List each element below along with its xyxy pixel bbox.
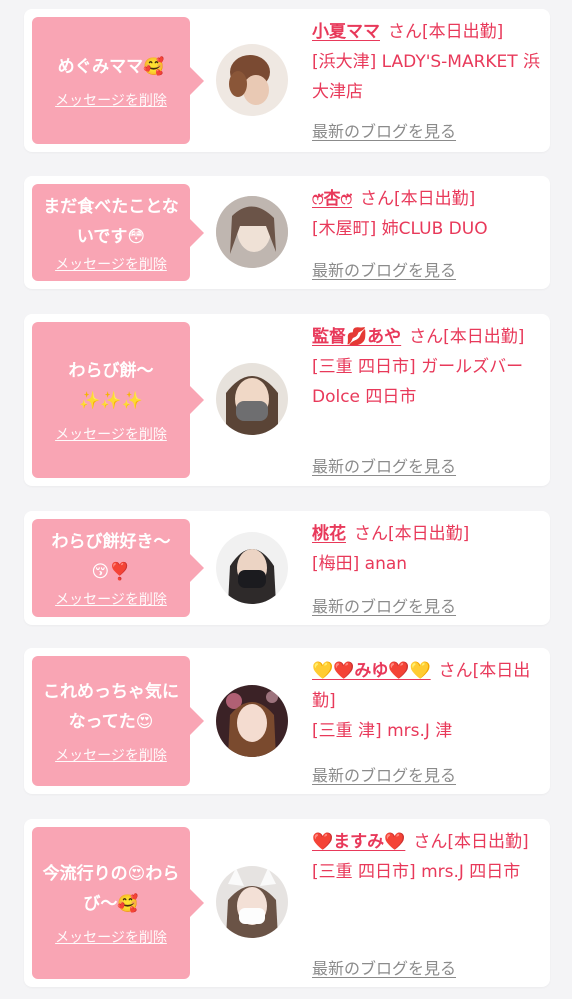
message-bubble: めぐみママ🥰 メッセージを削除 xyxy=(32,17,204,144)
message-text: わらび餅好き〜😚❣️ xyxy=(51,532,171,582)
message-card: めぐみママ🥰 メッセージを削除 小夏ママ さん[本日出勤] [浜大津] LADY'… xyxy=(24,9,550,152)
delete-message-link[interactable]: メッセージを削除 xyxy=(55,927,167,947)
message-card: わらび餅好き〜😚❣️ メッセージを削除 桃花 さん[本日出勤] [梅田] anan… xyxy=(24,511,550,625)
profile-info: 小夏ママ さん[本日出勤] [浜大津] LADY'S-MARKET 浜大津店 xyxy=(312,17,542,107)
avatar[interactable] xyxy=(216,532,288,604)
avatar[interactable] xyxy=(216,685,288,757)
message-text: 今流行りの😍わらび〜🥰 xyxy=(42,864,180,914)
profile-name-link[interactable]: 監督💋あや xyxy=(312,327,401,347)
latest-blog-link[interactable]: 最新のブログを見る xyxy=(312,955,456,979)
delete-message-link[interactable]: メッセージを削除 xyxy=(55,90,167,110)
latest-blog-link[interactable]: 最新のブログを見る xyxy=(312,257,456,281)
profile-info: ❤️ますみ❤️ さん[本日出勤] [三重 四日市] mrs.J 四日市 xyxy=(312,827,542,887)
avatar[interactable] xyxy=(216,44,288,116)
shop-text: [三重 四日市] mrs.J 四日市 xyxy=(312,862,521,882)
shop-text: [梅田] anan xyxy=(312,554,408,574)
message-card: まだ食べたことないです😳 メッセージを削除 ෆ̈杏ෆ̈ さん[本日出勤] [木屋町… xyxy=(24,176,550,289)
message-text: まだ食べたことないです😳 xyxy=(43,196,179,247)
message-text: これめっちゃ気になってた😍 xyxy=(43,682,179,732)
message-bubble: まだ食べたことないです😳 メッセージを削除 xyxy=(32,184,204,281)
shop-text: [木屋町] 姉CLUB DUO xyxy=(312,219,488,239)
profile-name-link[interactable]: 桃花 xyxy=(312,524,346,544)
status-text: さん[本日出勤] xyxy=(388,22,504,42)
profile-name-link[interactable]: 💛❤️みゆ❤️💛 xyxy=(312,661,431,681)
profile-info: 監督💋あや さん[本日出勤] [三重 四日市] ガールズバー Dolce 四日市 xyxy=(312,322,542,412)
latest-blog-link[interactable]: 最新のブログを見る xyxy=(312,118,456,142)
delete-message-link[interactable]: メッセージを削除 xyxy=(55,745,167,765)
avatar[interactable] xyxy=(216,363,288,435)
message-text: わらび餅〜 ✨✨✨ xyxy=(68,361,154,411)
profile-info: ෆ̈杏ෆ̈ さん[本日出勤] [木屋町] 姉CLUB DUO xyxy=(312,184,542,244)
latest-blog-link[interactable]: 最新のブログを見る xyxy=(312,593,456,617)
profile-name-link[interactable]: ෆ̈杏ෆ̈ xyxy=(312,189,352,209)
status-text: さん[本日出勤] xyxy=(409,327,525,347)
profile-info: 桃花 さん[本日出勤] [梅田] anan xyxy=(312,519,542,579)
status-text: さん[本日出勤] xyxy=(360,189,476,209)
shop-text: [三重 四日市] ガールズバー Dolce 四日市 xyxy=(312,357,524,407)
message-list: めぐみママ🥰 メッセージを削除 小夏ママ さん[本日出勤] [浜大津] LADY'… xyxy=(0,0,572,999)
avatar[interactable] xyxy=(216,196,288,268)
status-text: さん[本日出勤] xyxy=(354,524,470,544)
shop-text: [三重 津] mrs.J 津 xyxy=(312,721,453,741)
profile-info: 💛❤️みゆ❤️💛 さん[本日出勤] [三重 津] mrs.J 津 xyxy=(312,656,542,746)
message-bubble: 今流行りの😍わらび〜🥰 メッセージを削除 xyxy=(32,827,204,979)
delete-message-link[interactable]: メッセージを削除 xyxy=(55,589,167,609)
message-bubble: わらび餅好き〜😚❣️ メッセージを削除 xyxy=(32,519,204,617)
message-bubble: わらび餅〜 ✨✨✨ メッセージを削除 xyxy=(32,322,204,478)
latest-blog-link[interactable]: 最新のブログを見る xyxy=(312,762,456,786)
delete-message-link[interactable]: メッセージを削除 xyxy=(55,254,167,274)
shop-text: [浜大津] LADY'S-MARKET 浜大津店 xyxy=(312,52,541,102)
latest-blog-link[interactable]: 最新のブログを見る xyxy=(312,453,456,477)
status-text: さん[本日出勤] xyxy=(413,832,529,852)
message-card: これめっちゃ気になってた😍 メッセージを削除 💛❤️みゆ❤️💛 さん[本日出勤] … xyxy=(24,648,550,794)
avatar[interactable] xyxy=(216,866,288,938)
message-text: めぐみママ🥰 xyxy=(57,56,165,77)
profile-name-link[interactable]: ❤️ますみ❤️ xyxy=(312,832,405,852)
profile-name-link[interactable]: 小夏ママ xyxy=(312,22,380,42)
message-card: わらび餅〜 ✨✨✨ メッセージを削除 監督💋あや さん[本日出勤] [三重 四日市… xyxy=(24,314,550,486)
message-card: 今流行りの😍わらび〜🥰 メッセージを削除 ❤️ますみ❤️ さん[本日出勤] [三重… xyxy=(24,819,550,987)
delete-message-link[interactable]: メッセージを削除 xyxy=(55,424,167,444)
message-bubble: これめっちゃ気になってた😍 メッセージを削除 xyxy=(32,656,204,786)
